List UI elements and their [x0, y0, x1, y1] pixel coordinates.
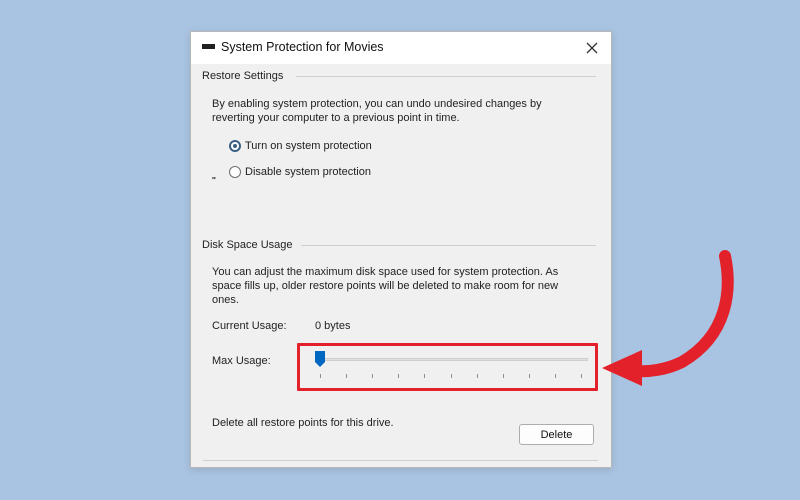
radio-turn-on-protection[interactable]: Turn on system protection	[229, 138, 372, 154]
radio-disable-protection[interactable]: Disable system protection	[229, 164, 371, 180]
close-icon	[586, 42, 598, 54]
max-usage-label: Max Usage:	[212, 355, 271, 367]
restore-settings-description: By enabling system protection, you can u…	[212, 98, 542, 124]
disk-space-heading: Disk Space Usage	[202, 239, 301, 251]
app-icon	[202, 44, 215, 49]
close-button[interactable]	[573, 32, 611, 64]
delete-restore-points-text: Delete all restore points for this drive…	[212, 417, 394, 429]
slider-tick	[372, 374, 374, 378]
slider-tick	[528, 374, 530, 378]
radio-unselected-indicator	[229, 166, 241, 178]
restore-settings-heading: Restore Settings	[202, 70, 292, 82]
slider-tick	[581, 374, 582, 378]
radio-label: Disable system protection	[245, 166, 371, 178]
slider-tick	[424, 374, 426, 378]
max-usage-slider-thumb[interactable]	[315, 351, 325, 367]
window-title: System Protection for Movies	[221, 40, 384, 54]
title-bar: System Protection for Movies	[191, 32, 611, 64]
max-usage-highlight	[297, 343, 598, 391]
group-divider	[296, 76, 596, 77]
slider-tick	[476, 374, 478, 378]
current-usage-value: 0 bytes	[315, 320, 351, 332]
delete-button[interactable]: Delete	[519, 424, 594, 445]
focus-marker: ''	[212, 176, 216, 185]
slider-tick	[502, 374, 504, 378]
radio-selected-indicator	[229, 140, 241, 152]
system-protection-dialog: System Protection for Movies Restore Set…	[190, 31, 612, 468]
slider-tick	[450, 374, 452, 378]
max-usage-slider-track[interactable]	[315, 358, 588, 361]
red-arrow-icon	[602, 250, 734, 386]
bottom-divider	[203, 460, 598, 461]
radio-label: Turn on system protection	[245, 140, 372, 152]
slider-tick	[320, 374, 321, 378]
slider-tick	[346, 374, 348, 378]
slider-tick	[554, 374, 556, 378]
group-divider	[296, 245, 596, 246]
current-usage-label: Current Usage:	[212, 320, 287, 332]
disk-space-description: You can adjust the maximum disk space us…	[212, 266, 559, 306]
slider-tick	[398, 374, 400, 378]
